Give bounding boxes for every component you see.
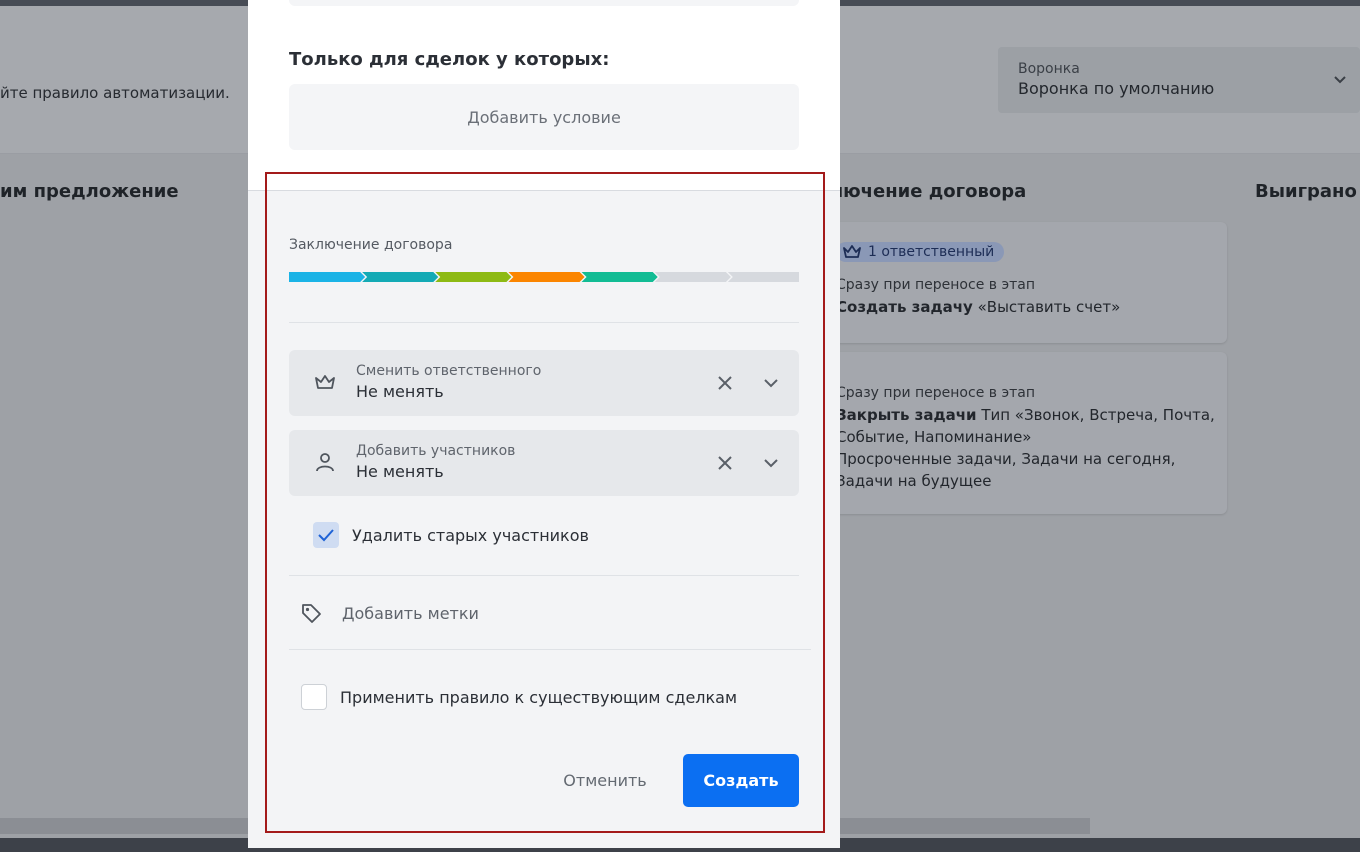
apply-existing-label[interactable]: Применить правило к существующим сделкам bbox=[340, 688, 737, 707]
card-action-bold: Создать задачу bbox=[836, 298, 973, 316]
remove-old-participants-checkbox[interactable] bbox=[313, 522, 339, 548]
card-trigger: Сразу при переносе в этап bbox=[836, 385, 1036, 401]
chevron-down-icon[interactable] bbox=[761, 373, 781, 393]
add-tags-label: Добавить метки bbox=[342, 603, 479, 623]
chevron-down-icon bbox=[1334, 76, 1346, 84]
add-participants-select[interactable]: Добавить участников Не менять bbox=[289, 430, 799, 496]
close-icon[interactable] bbox=[715, 373, 735, 393]
card-line: Просроченные задачи, Задачи на сегодня, bbox=[836, 450, 1176, 468]
add-condition-button[interactable]: Добавить условие bbox=[289, 84, 799, 150]
stage-segment bbox=[435, 272, 512, 282]
column-title-won: Выиграно bbox=[1255, 181, 1357, 202]
funnel-label: Воронка bbox=[1018, 61, 1080, 77]
close-icon[interactable] bbox=[715, 453, 735, 473]
select-label: Сменить ответственного bbox=[356, 363, 542, 379]
stage-label: Заключение договора bbox=[289, 237, 453, 253]
divider bbox=[289, 322, 799, 323]
card-line: Задачи на будущее bbox=[836, 472, 992, 490]
select-value: Не менять bbox=[356, 462, 444, 481]
crown-icon bbox=[843, 245, 861, 258]
page-description: йте правило автоматизации. bbox=[0, 84, 230, 102]
funnel-value: Воронка по умолчанию bbox=[1018, 79, 1215, 98]
apply-existing-checkbox[interactable] bbox=[301, 684, 327, 710]
badge-label: 1 ответственный bbox=[868, 244, 995, 260]
automation-rule-modal: Только для сделок у которых: Добавить ус… bbox=[248, 0, 840, 848]
select-value: Не менять bbox=[356, 382, 444, 401]
stage-segment bbox=[289, 272, 366, 282]
chevron-down-icon[interactable] bbox=[761, 453, 781, 473]
conditions-section: Только для сделок у которых: Добавить ус… bbox=[248, 0, 840, 191]
conditions-title: Только для сделок у которых: bbox=[289, 49, 610, 70]
remove-old-participants-label[interactable]: Удалить старых участников bbox=[352, 526, 589, 545]
select-label: Добавить участников bbox=[356, 443, 516, 459]
stage-segment bbox=[654, 272, 731, 282]
column-title-proposal: им предложение bbox=[0, 181, 179, 202]
stage-progress-bar bbox=[289, 272, 799, 282]
divider bbox=[289, 649, 811, 650]
user-icon bbox=[316, 453, 334, 472]
card-action-rest: «Выставить счет» bbox=[972, 298, 1121, 316]
stage-segment bbox=[581, 272, 658, 282]
tag-icon bbox=[302, 604, 321, 623]
card-line: Событие, Напоминание» bbox=[836, 428, 1032, 446]
card-action-bold: Закрыть задачи bbox=[836, 406, 977, 424]
create-button[interactable]: Создать bbox=[683, 754, 799, 807]
crown-icon bbox=[315, 375, 335, 389]
check-icon bbox=[318, 529, 334, 542]
column-title-contract: лючение договора bbox=[830, 181, 1027, 202]
previous-field[interactable] bbox=[289, 0, 799, 6]
cancel-button[interactable]: Отменить bbox=[555, 760, 655, 800]
responsible-badge: 1 ответственный bbox=[836, 242, 1005, 262]
divider bbox=[289, 575, 799, 576]
funnel-select[interactable]: Воронка Воронка по умолчанию bbox=[998, 47, 1360, 113]
add-tags-button[interactable]: Добавить метки bbox=[300, 598, 479, 628]
card-action-rest: Тип «Звонок, Встреча, Почта, bbox=[976, 406, 1215, 424]
card-trigger: Сразу при переносе в этап bbox=[836, 277, 1036, 293]
stage-segment bbox=[727, 272, 799, 282]
change-responsible-select[interactable]: Сменить ответственного Не менять bbox=[289, 350, 799, 416]
stage-segment bbox=[362, 272, 439, 282]
stage-segment bbox=[508, 272, 585, 282]
